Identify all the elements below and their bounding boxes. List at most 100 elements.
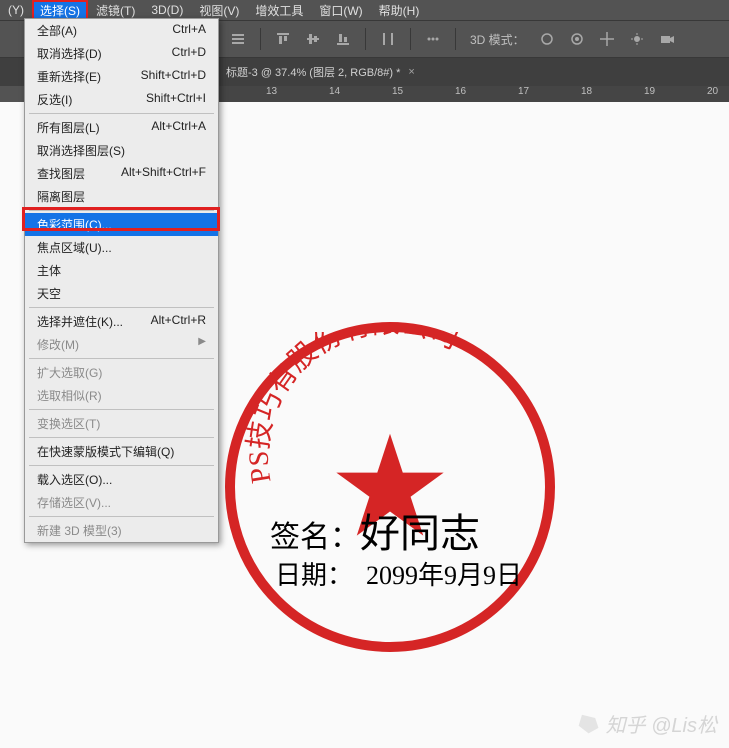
menu-item[interactable]: 载入选区(O)... (25, 468, 218, 491)
menu-item: 修改(M) ▶ (25, 333, 218, 356)
signature-line: 签名：好同志 (270, 501, 480, 559)
menu-separator (29, 358, 214, 359)
menu-item-label: 反选(I) (37, 91, 72, 108)
menu-item-label: 选择并遮住(K)... (37, 313, 123, 330)
more-icon[interactable] (425, 31, 441, 47)
distribute-icon[interactable] (380, 31, 396, 47)
menu-item: 存储选区(V)... (25, 491, 218, 514)
align-top-icon[interactable] (275, 31, 291, 47)
mode-3d-label: 3D 模式： (470, 31, 525, 48)
menu-item: 扩大选取(G) (25, 361, 218, 384)
menu-item[interactable]: 重新选择(E) Shift+Ctrl+D (25, 65, 218, 88)
menu-item-label: 天空 (37, 285, 61, 302)
menu-shortcut: Shift+Ctrl+D (141, 68, 206, 85)
camera-icon[interactable] (659, 31, 675, 47)
ruler-tick: 19 (644, 86, 655, 97)
menu-item-label: 所有图层(L) (37, 119, 100, 136)
menu-item-label: 重新选择(E) (37, 68, 101, 85)
menu-separator (29, 516, 214, 517)
menu-item-label: 载入选区(O)... (37, 471, 112, 488)
menubar-item[interactable]: 3D(D) (143, 1, 191, 19)
ruler-tick: 13 (266, 86, 277, 97)
menu-item-label: 隔离图层 (37, 188, 85, 205)
menubar-item[interactable]: 窗口(W) (311, 0, 370, 21)
ruler-horizontal: 1314151617181920 (218, 86, 729, 102)
menu-separator (29, 465, 214, 466)
light-icon[interactable] (629, 31, 645, 47)
menu-item: 新建 3D 模型(3) (25, 519, 218, 542)
stamp-circle: PS技巧有股份有限公司 ★ (225, 322, 555, 652)
menubar-item[interactable]: 帮助(H) (371, 0, 428, 21)
menu-item-label: 焦点区域(U)... (37, 239, 112, 256)
close-icon[interactable]: × (408, 66, 414, 78)
menu-item-label: 取消选择图层(S) (37, 142, 125, 159)
menu-shortcut: Alt+Shift+Ctrl+F (121, 165, 206, 182)
ruler-tick: 17 (518, 86, 529, 97)
date-label: 日期： (275, 561, 353, 590)
menu-shortcut: Ctrl+D (172, 45, 206, 62)
menu-item-label: 扩大选取(G) (37, 364, 102, 381)
menu-separator (29, 113, 214, 114)
menu-item[interactable]: 隔离图层 (25, 185, 218, 208)
submenu-arrow-icon: ▶ (198, 336, 206, 353)
menu-item-label: 查找图层 (37, 165, 85, 182)
menu-item[interactable]: 色彩范围(C)... (25, 213, 218, 236)
tab-title: 标题-3 @ 37.4% (图层 2, RGB/8#) * (226, 64, 400, 80)
menu-item[interactable]: 在快速蒙版模式下编辑(Q) (25, 440, 218, 463)
date-value: 2099年9月9日 (366, 561, 522, 590)
ruler-tick: 15 (392, 86, 403, 97)
menu-item-label: 选取相似(R) (37, 387, 102, 404)
menu-item: 选取相似(R) (25, 384, 218, 407)
signature-value: 好同志 (360, 511, 480, 556)
menu-shortcut: Alt+Ctrl+R (151, 313, 206, 330)
ruler-tick: 20 (707, 86, 718, 97)
menu-item-label: 取消选择(D) (37, 45, 102, 62)
menu-separator (29, 409, 214, 410)
menu-item-label: 主体 (37, 262, 61, 279)
divider (260, 28, 261, 50)
menu-item[interactable]: 天空 (25, 282, 218, 305)
menu-item[interactable]: 取消选择(D) Ctrl+D (25, 42, 218, 65)
divider (410, 28, 411, 50)
divider (455, 28, 456, 50)
menubar-item[interactable]: 增效工具 (247, 0, 311, 21)
align-middle-icon[interactable] (305, 31, 321, 47)
signature-label: 签名： (270, 521, 360, 554)
divider (365, 28, 366, 50)
menu-item[interactable]: 取消选择图层(S) (25, 139, 218, 162)
menu-item-label: 全部(A) (37, 22, 77, 39)
menu-separator (29, 210, 214, 211)
menu-item[interactable]: 主体 (25, 259, 218, 282)
menu-item-label: 存储选区(V)... (37, 494, 111, 511)
menu-item[interactable]: 全部(A) Ctrl+A (25, 19, 218, 42)
watermark-text: 知乎 @Lis松 (606, 709, 717, 738)
menu-item-label: 修改(M) (37, 336, 79, 353)
menu-item-label: 新建 3D 模型(3) (37, 522, 122, 539)
align-icon[interactable] (230, 31, 246, 47)
menu-item-label: 变换选区(T) (37, 415, 100, 432)
menu-item[interactable]: 查找图层 Alt+Shift+Ctrl+F (25, 162, 218, 185)
menu-separator (29, 437, 214, 438)
ruler-tick: 16 (455, 86, 466, 97)
menu-item-label: 在快速蒙版模式下编辑(Q) (37, 443, 174, 460)
menu-item[interactable]: 选择并遮住(K)... Alt+Ctrl+R (25, 310, 218, 333)
menu-item[interactable]: 所有图层(L) Alt+Ctrl+A (25, 116, 218, 139)
align-bottom-icon[interactable] (335, 31, 351, 47)
orbit-icon[interactable] (539, 31, 555, 47)
select-menu-dropdown: 全部(A) Ctrl+A 取消选择(D) Ctrl+D 重新选择(E) Shift+Ctr… (24, 18, 219, 543)
menu-shortcut: Ctrl+A (172, 22, 206, 39)
document-tab[interactable]: 标题-3 @ 37.4% (图层 2, RGB/8#) * × (218, 58, 423, 86)
ruler-tick: 14 (329, 86, 340, 97)
zhihu-logo-icon (578, 713, 600, 735)
menu-shortcut: Alt+Ctrl+A (151, 119, 206, 136)
move-3d-icon[interactable] (599, 31, 615, 47)
pan-icon[interactable] (569, 31, 585, 47)
menu-item[interactable]: 焦点区域(U)... (25, 236, 218, 259)
menu-shortcut: Shift+Ctrl+I (146, 91, 206, 108)
menubar-item[interactable]: (Y) (0, 1, 32, 19)
date-line: 日期： 2099年9月9日 (275, 555, 522, 592)
menu-item-label: 色彩范围(C)... (37, 216, 112, 233)
watermark: 知乎 @Lis松 (578, 709, 717, 738)
stamp-seal: PS技巧有股份有限公司 ★ (225, 322, 555, 652)
menu-item[interactable]: 反选(I) Shift+Ctrl+I (25, 88, 218, 111)
